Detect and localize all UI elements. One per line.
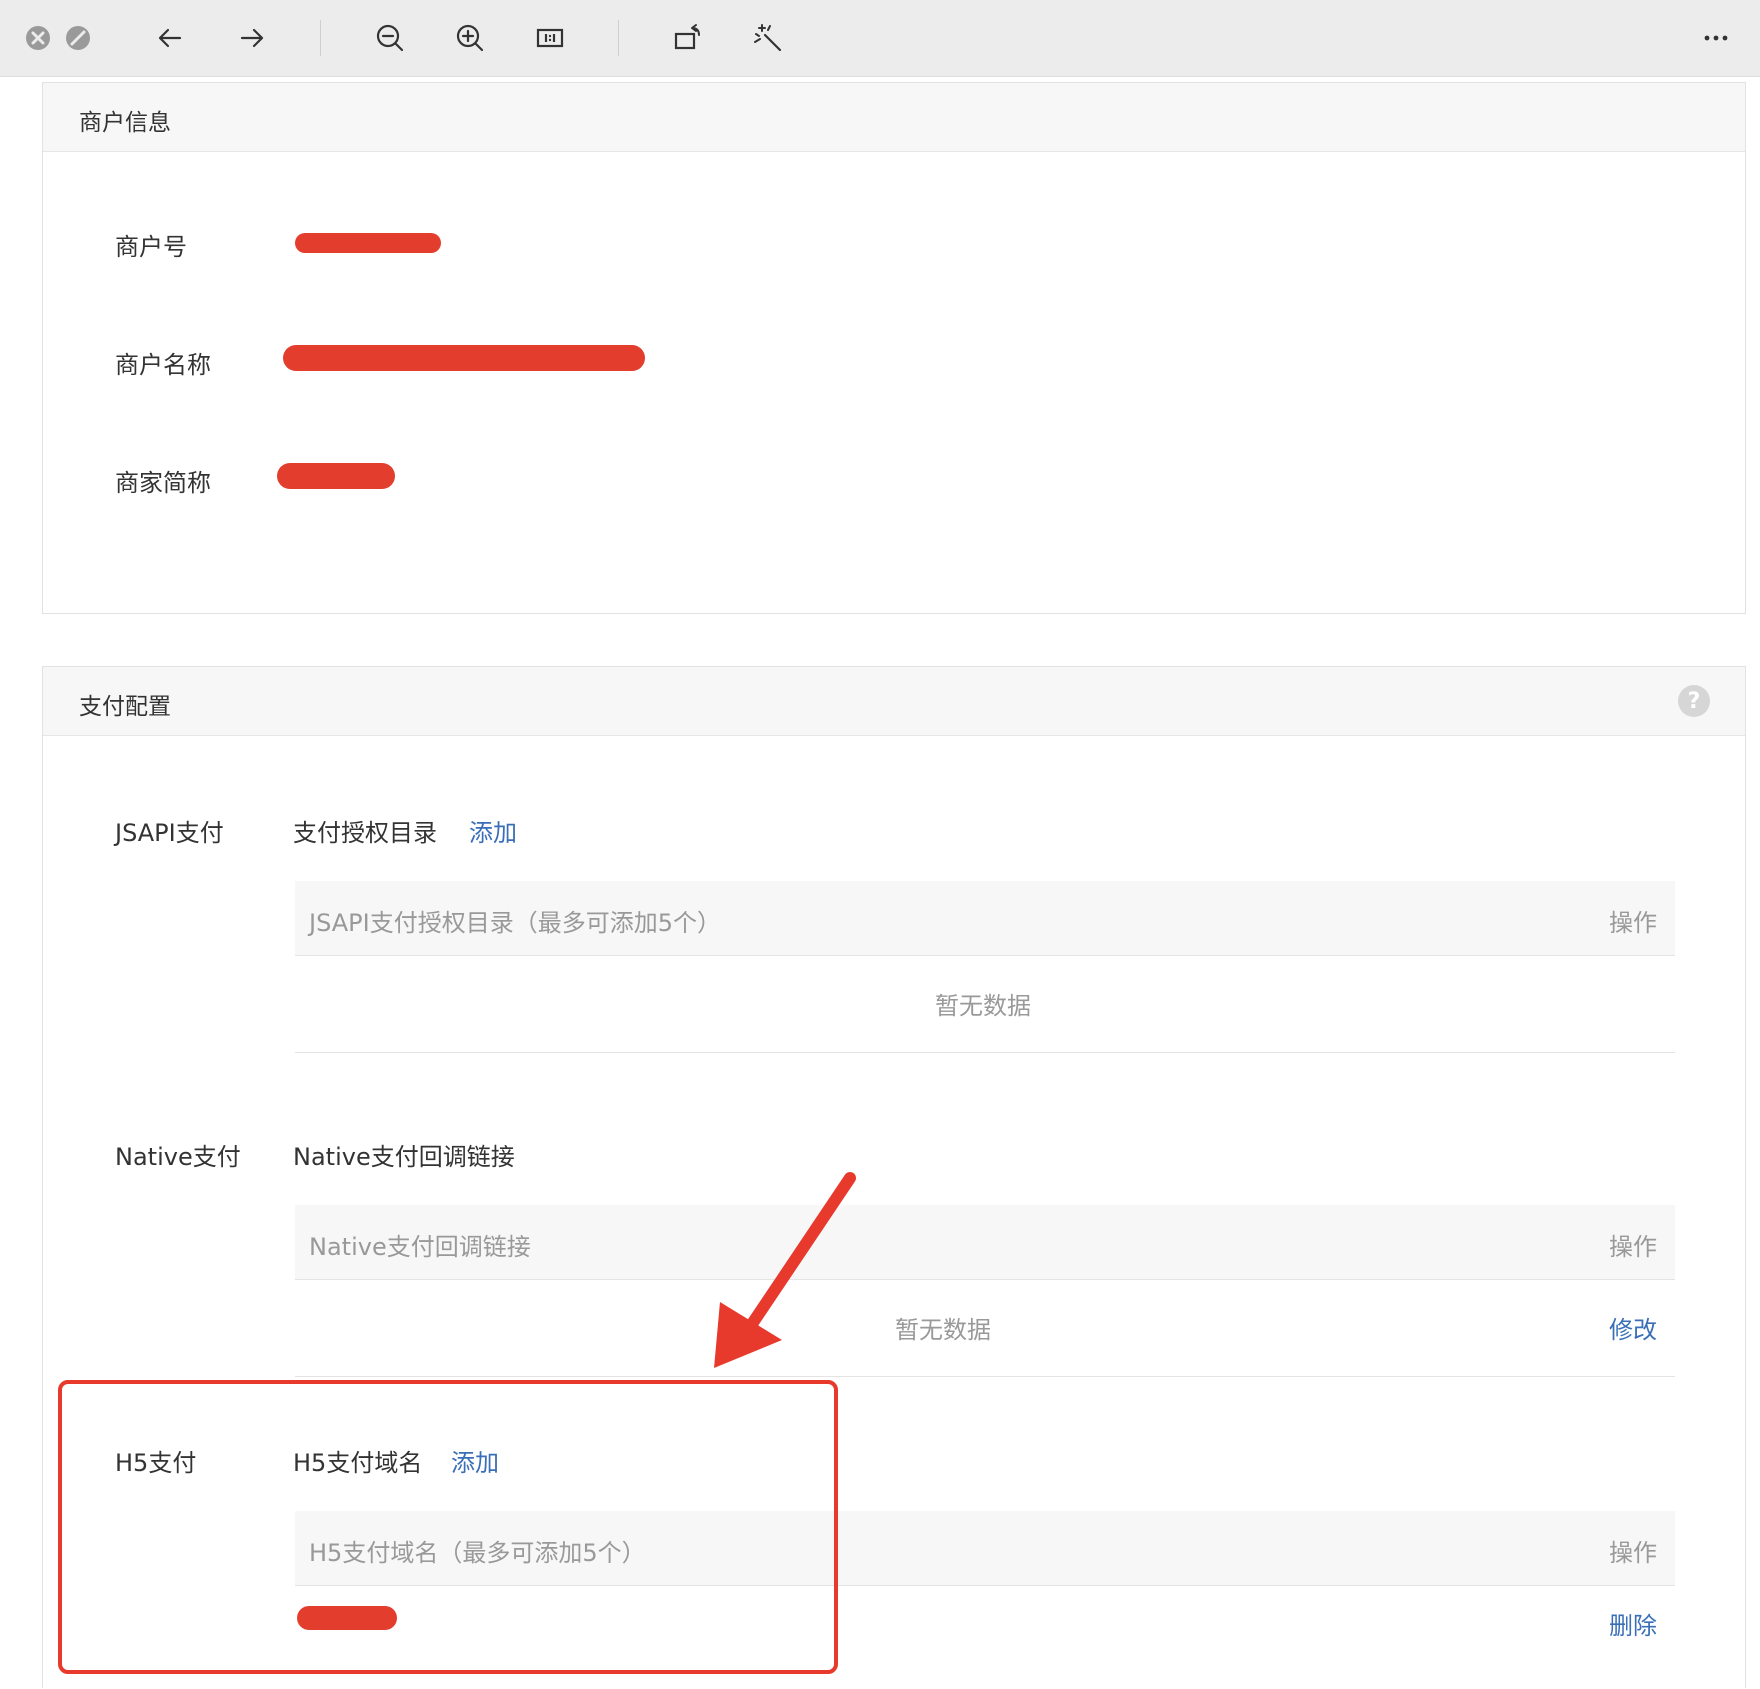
native-callback-label: Native支付回调链接 — [293, 1143, 515, 1171]
annotation-highlight-box — [58, 1380, 838, 1674]
back-arrow-icon[interactable] — [150, 18, 190, 58]
zoom-in-icon[interactable] — [450, 18, 490, 58]
toolbar-divider — [320, 20, 321, 56]
native-column-header: Native支付回调链接 — [309, 1233, 531, 1261]
h5-delete-link[interactable]: 删除 — [1609, 1606, 1657, 1641]
operation-column-header: 操作 — [1609, 909, 1657, 937]
annotation-arrow — [714, 1172, 856, 1368]
empty-text: 暂无数据 — [895, 1316, 991, 1344]
minimize-icon[interactable] — [58, 18, 98, 58]
more-icon[interactable] — [1696, 18, 1736, 58]
jsapi-add-link[interactable]: 添加 — [469, 813, 517, 848]
operation-column-header: 操作 — [1609, 1539, 1657, 1567]
jsapi-table-header: JSAPI支付授权目录（最多可添加5个） 操作 — [295, 881, 1675, 956]
forward-arrow-icon[interactable] — [232, 18, 272, 58]
zoom-out-icon[interactable] — [370, 18, 410, 58]
help-icon[interactable]: ? — [1678, 685, 1710, 717]
native-edit-link[interactable]: 修改 — [1609, 1310, 1657, 1345]
rotate-icon[interactable] — [668, 18, 708, 58]
merchant-id-label: 商户号 — [115, 233, 187, 261]
toolbar-divider — [618, 20, 619, 56]
actual-size-icon[interactable] — [530, 18, 570, 58]
jsapi-column-header: JSAPI支付授权目录（最多可添加5个） — [309, 909, 721, 937]
redacted-short-name — [277, 463, 395, 489]
empty-text: 暂无数据 — [935, 992, 1031, 1020]
viewer-toolbar — [0, 0, 1760, 77]
payment-config-header: 支付配置 ? — [43, 667, 1745, 736]
panel-title: 商户信息 — [79, 110, 171, 136]
jsapi-auth-dir-label: 支付授权目录 — [293, 819, 437, 847]
native-empty-row: 暂无数据 修改 — [295, 1280, 1675, 1377]
merchant-info-header: 商户信息 — [43, 83, 1745, 152]
close-icon[interactable] — [18, 18, 58, 58]
merchant-name-label: 商户名称 — [115, 351, 211, 379]
native-label: Native支付 — [115, 1143, 241, 1171]
redacted-merchant-id — [295, 233, 441, 253]
merchant-short-name-label: 商家简称 — [115, 469, 211, 497]
magic-wand-icon[interactable] — [748, 18, 788, 58]
jsapi-empty-row: 暂无数据 — [295, 956, 1675, 1053]
operation-column-header: 操作 — [1609, 1233, 1657, 1261]
merchant-info-panel: 商户信息 商户号 商户名称 商家简称 — [42, 82, 1746, 614]
panel-title: 支付配置 — [79, 694, 171, 720]
native-table-header: Native支付回调链接 操作 — [295, 1205, 1675, 1280]
jsapi-label: JSAPI支付 — [115, 819, 224, 847]
redacted-merchant-name — [283, 345, 645, 371]
